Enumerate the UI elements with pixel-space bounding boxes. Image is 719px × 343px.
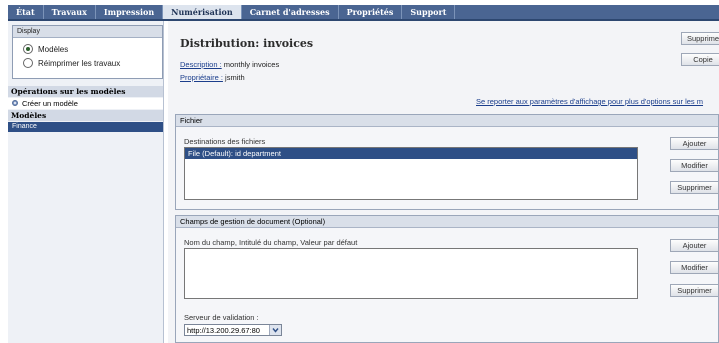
validation-server-value: http://13.200.29.67:80: [187, 326, 260, 335]
radio-reprint-label: Réimprimer les travaux: [38, 58, 121, 68]
operations-heading: Opérations sur les modèles: [8, 86, 163, 97]
radio-templates[interactable]: Modèles: [23, 44, 162, 54]
radio-reprint[interactable]: Réimprimer les travaux: [23, 58, 162, 68]
top-nav: État Travaux Impression Numérisation Car…: [8, 5, 719, 21]
models-heading: Modèles: [8, 110, 163, 121]
doc-add-button[interactable]: Ajouter: [670, 239, 719, 252]
doc-fields-section-head: Champs de gestion de document (Optional): [176, 216, 718, 228]
owner-row: Propriétaire : jsmith: [180, 73, 245, 82]
gear-icon: [12, 100, 18, 106]
radio-reprint-dot[interactable]: [23, 58, 33, 68]
description-value: monthly invoices: [223, 60, 280, 69]
chevron-down-glyph: [272, 328, 279, 333]
tab-proprietes[interactable]: Propriétés: [339, 5, 403, 19]
doc-modify-button[interactable]: Modifier: [670, 261, 719, 274]
radio-templates-label: Modèles: [38, 44, 69, 54]
list-item[interactable]: File (Default): id department: [185, 148, 637, 159]
sidebar-item-finance[interactable]: Finance: [8, 122, 163, 132]
delete-template-button[interactable]: Supprime: [681, 32, 719, 45]
file-modify-button[interactable]: Modifier: [670, 159, 719, 172]
display-settings-link[interactable]: Se reporter aux paramètres d'affichage p…: [476, 97, 703, 106]
radio-templates-dot[interactable]: [23, 44, 33, 54]
tab-travaux[interactable]: Travaux: [44, 5, 96, 19]
file-add-button[interactable]: Ajouter: [670, 137, 719, 150]
tab-impression[interactable]: Impression: [96, 5, 164, 19]
copy-template-button[interactable]: Copie: [681, 53, 719, 66]
file-section-head: Fichier: [176, 115, 718, 127]
tab-numerisation[interactable]: Numérisation: [163, 5, 242, 19]
owner-label[interactable]: Propriétaire :: [180, 73, 223, 82]
description-label[interactable]: Description :: [180, 60, 222, 69]
tab-carnet-adresses[interactable]: Carnet d'adresses: [242, 5, 339, 19]
validation-server-select[interactable]: http://13.200.29.67:80: [184, 324, 282, 336]
create-template-label: Créer un modèle: [22, 99, 78, 108]
doc-fields-list[interactable]: [184, 248, 638, 299]
tab-support[interactable]: Support: [402, 5, 456, 19]
doc-fields-label: Nom du champ, Intitulé du champ, Valeur …: [184, 238, 358, 247]
display-panel: Display Modèles Réimprimer les travaux: [12, 25, 163, 79]
validation-server-label: Serveur de validation :: [184, 313, 259, 322]
create-template-link[interactable]: Créer un modèle: [8, 98, 163, 109]
description-row: Description : monthly invoices: [180, 60, 279, 69]
page-title: Distribution: invoices: [180, 37, 314, 50]
chevron-down-icon[interactable]: [269, 325, 281, 335]
doc-delete-button[interactable]: Supprimer: [670, 284, 719, 297]
file-delete-button[interactable]: Supprimer: [670, 181, 719, 194]
tab-etat[interactable]: État: [8, 5, 44, 19]
file-destinations-label: Destinations des fichiers: [184, 137, 266, 146]
owner-value: jsmith: [225, 73, 245, 82]
display-panel-head: Display: [13, 26, 162, 38]
file-destinations-list[interactable]: File (Default): id department: [184, 147, 638, 200]
page-frame: État Travaux Impression Numérisation Car…: [0, 0, 719, 343]
